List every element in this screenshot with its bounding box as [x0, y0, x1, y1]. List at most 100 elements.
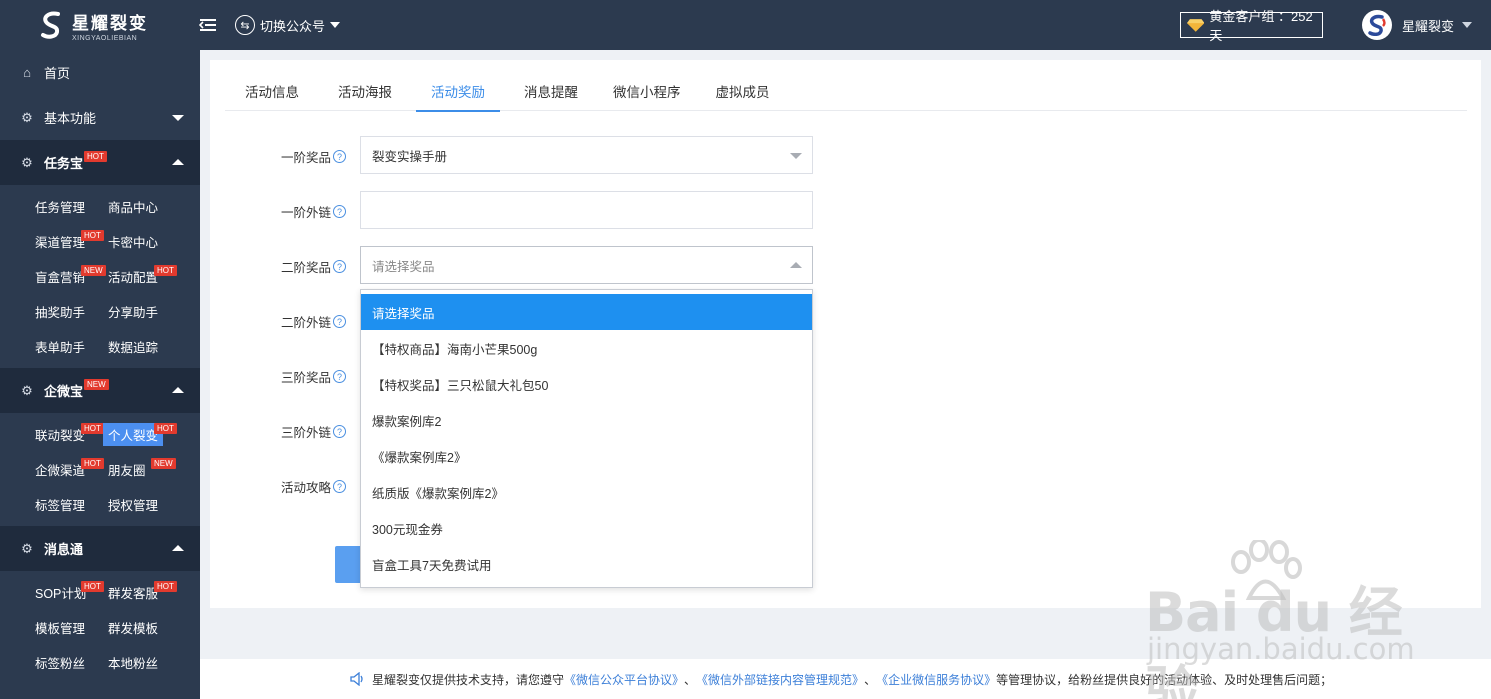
avatar [1362, 10, 1392, 40]
sidebar-item-local-fans[interactable]: 本地粉丝 [108, 645, 200, 680]
customer-group-badge: 黄金客户组 ：252天 [1180, 9, 1323, 43]
label-text: 三阶奖品 [281, 371, 332, 385]
sidebar-group-label: 任务宝 [44, 156, 84, 171]
help-icon[interactable]: ? [333, 370, 347, 383]
hot-badge: HOT [154, 265, 177, 276]
chevron-up-icon [790, 262, 802, 268]
tier1-link-input[interactable] [360, 191, 813, 229]
submit-button[interactable] [335, 546, 361, 583]
sidebar-item-moments[interactable]: 朋友圈 NEW [108, 452, 200, 487]
label-text: 一阶奖品 [281, 151, 332, 165]
tab-virtual-members[interactable]: 虚拟成员 [716, 70, 770, 111]
tab-message-reminder[interactable]: 消息提醒 [524, 70, 578, 111]
tab-activity-info[interactable]: 活动信息 [245, 70, 299, 111]
footer-prefix: 星耀裂变仅提供技术支持，请您遵守 [372, 672, 565, 687]
dropdown-option[interactable]: 爆款案例库2 [361, 402, 812, 438]
chevron-down-icon [790, 153, 802, 159]
dropdown-option[interactable]: 【特权奖品】三只松鼠大礼包50 [361, 366, 812, 402]
hot-badge: HOT [154, 581, 177, 592]
strategy-label: 活动攻略 ? [281, 477, 347, 496]
top-bar: 星耀裂变 XINGYAOLIEBIAN ⇆ 切换公众号 黄金客户组 ：252天 … [0, 0, 1491, 50]
help-icon[interactable]: ? [333, 150, 347, 163]
gear-icon: ⚙ [21, 540, 33, 556]
sidebar-item-label: 盲盒营销 [35, 271, 86, 285]
sidebar-item-card-center[interactable]: 卡密中心 [108, 224, 200, 259]
sidebar-item-mass-service[interactable]: 群发客服 HOT [108, 575, 200, 610]
sidebar-item-home[interactable]: ⌂ 首页 [0, 50, 200, 95]
sidebar-item-task-manage[interactable]: 任务管理 [35, 189, 108, 224]
sidebar-item-label: 数据追踪 [108, 341, 159, 355]
tab-activity-poster[interactable]: 活动海报 [338, 70, 392, 111]
sidebar-item-tag-fans[interactable]: 标签粉丝 [35, 645, 108, 680]
label-text: 三阶外链 [281, 426, 332, 440]
dropdown-option[interactable]: 盲盒工具7天免费试用 [361, 546, 812, 582]
dropdown-option[interactable]: 【特权商品】海南小芒果500g [361, 330, 812, 366]
gear-icon: ⚙ [21, 109, 33, 125]
sidebar-group-renwu[interactable]: ⚙ 任务宝 HOT [0, 140, 200, 185]
label-text: 二阶外链 [281, 316, 332, 330]
sidebar-item-label: 标签粉丝 [35, 657, 86, 671]
tab-mini-program[interactable]: 微信小程序 [613, 70, 681, 111]
help-icon[interactable]: ? [333, 205, 347, 218]
sidebar-group-xiaoxi[interactable]: ⚙ 消息通 [0, 526, 200, 571]
help-icon[interactable]: ? [333, 315, 347, 328]
menu-toggle-icon[interactable] [199, 16, 217, 34]
sidebar-item-data-track[interactable]: 数据追踪 [108, 329, 200, 364]
user-menu[interactable]: 星耀裂变 [1362, 10, 1473, 40]
sidebar-group-qiwei[interactable]: ⚙ 企微宝 NEW [0, 368, 200, 413]
help-icon[interactable]: ? [333, 480, 347, 493]
sidebar-item-share[interactable]: 分享助手 [108, 294, 200, 329]
new-badge: NEW [81, 265, 106, 276]
sidebar-item-form[interactable]: 表单助手 [35, 329, 108, 364]
sidebar-item-channel-manage[interactable]: 渠道管理 HOT [35, 224, 108, 259]
help-icon[interactable]: ? [333, 260, 347, 273]
footer-suffix: 等管理协议，给粉丝提供良好的活动体验、及时处理售后问题； [996, 672, 1333, 687]
sidebar-item-label: 活动配置 [108, 271, 159, 285]
sidebar-item-product-center[interactable]: 商品中心 [108, 189, 200, 224]
tab-activity-reward[interactable]: 活动奖励 [416, 70, 500, 112]
sidebar-item-label: 商品中心 [108, 201, 159, 215]
label-text: 活动攻略 [281, 481, 332, 495]
dropdown-option[interactable]: 纸质版《爆款案例库2》 [361, 474, 812, 510]
sidebar-item-tag-manage[interactable]: 标签管理 [35, 487, 108, 522]
tier1-prize-select[interactable]: 裂变实操手册 [360, 136, 813, 174]
xiaoxi-submenu: SOP计划 HOT 群发客服 HOT 模板管理 群发模板 标签粉丝 本地粉丝 [0, 571, 200, 680]
sidebar-item-personal-fission[interactable]: 个人裂变 HOT [103, 417, 200, 452]
renwu-submenu: 任务管理 商品中心 渠道管理 HOT 卡密中心 盲盒营销 NEW 活动配置 HOT 抽… [0, 185, 200, 364]
hot-badge: HOT [81, 423, 104, 434]
sidebar-item-lottery[interactable]: 抽奖助手 [35, 294, 108, 329]
logo-text-cn: 星耀裂变 [72, 13, 148, 33]
link-external-link-rules[interactable]: 《微信外部链接内容管理规范》 [696, 671, 864, 688]
sidebar-item-linked-fission[interactable]: 联动裂变 HOT [35, 417, 108, 452]
help-icon[interactable]: ? [333, 425, 347, 438]
sidebar-item-auth-manage[interactable]: 授权管理 [108, 487, 200, 522]
tier2-prize-select[interactable]: 请选择奖品 [360, 246, 813, 284]
gear-icon: ⚙ [21, 382, 33, 398]
sidebar-item-activity-config[interactable]: 活动配置 HOT [108, 259, 200, 294]
link-wechat-platform-agreement[interactable]: 《微信公众平台协议》 [564, 671, 684, 688]
chevron-down-icon [1462, 22, 1473, 28]
brand-logo[interactable]: 星耀裂变 XINGYAOLIEBIAN [38, 8, 153, 42]
dropdown-option[interactable]: 请选择奖品 [361, 294, 812, 330]
sidebar-item-basic[interactable]: ⚙ 基本功能 [0, 95, 200, 140]
tier2-link-label: 二阶外链 ? [281, 312, 347, 331]
link-wecom-service-agreement[interactable]: 《企业微信服务协议》 [876, 671, 996, 688]
new-badge: NEW [84, 379, 109, 390]
sidebar-item-label: 基本功能 [44, 111, 97, 126]
tier1-link-label: 一阶外链 ? [281, 202, 347, 221]
sidebar-item-blindbox[interactable]: 盲盒营销 NEW [35, 259, 108, 294]
logo-s-icon [41, 11, 60, 39]
hot-badge: HOT [84, 151, 107, 162]
switch-account-button[interactable]: ⇆ 切换公众号 [235, 14, 341, 36]
sidebar-item-mass-template[interactable]: 群发模板 [108, 610, 200, 645]
sidebar-item-template-manage[interactable]: 模板管理 [35, 610, 108, 645]
sidebar-item-sop[interactable]: SOP计划 HOT [35, 575, 108, 610]
sidebar-group-label: 企微宝 [44, 384, 84, 399]
chevron-up-icon [172, 159, 184, 165]
tier3-prize-label: 三阶奖品 ? [281, 367, 347, 386]
tab-bar: 活动信息 活动海报 活动奖励 消息提醒 微信小程序 虚拟成员 [225, 70, 1467, 112]
sidebar-item-label: 企微渠道 [35, 464, 86, 478]
dropdown-option[interactable]: 《爆款案例库2》 [361, 438, 812, 474]
sidebar-item-wecom-channel[interactable]: 企微渠道 HOT [35, 452, 108, 487]
dropdown-option[interactable]: 300元现金券 [361, 510, 812, 546]
